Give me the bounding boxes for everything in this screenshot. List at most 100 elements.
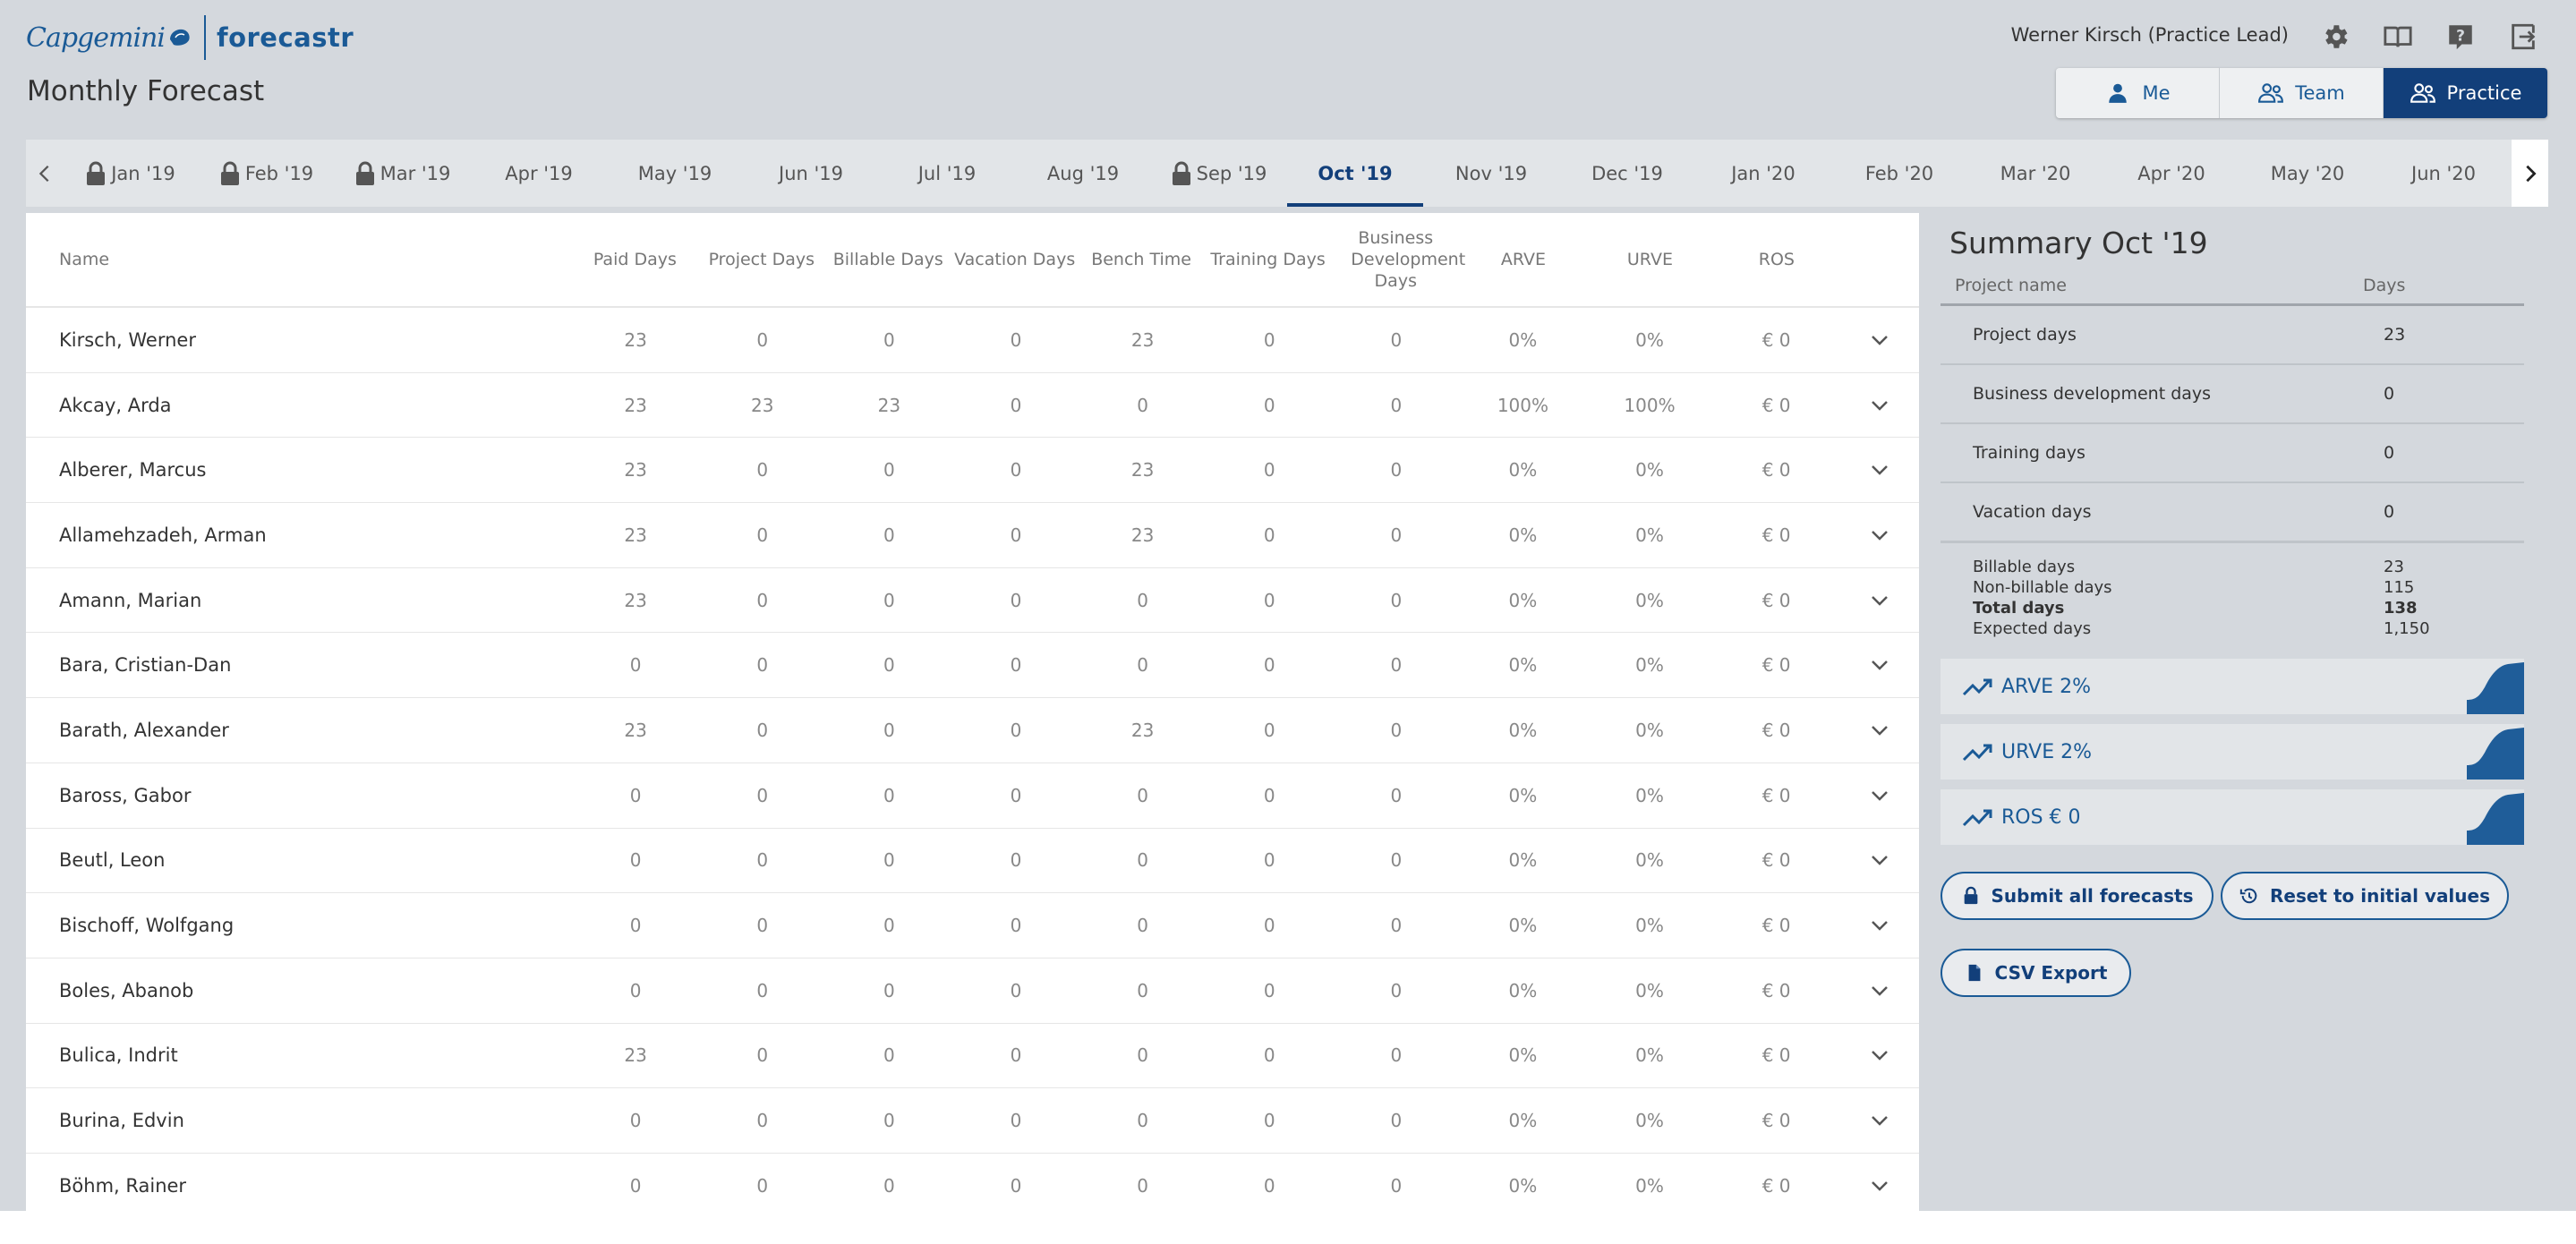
expand-row-button[interactable] [1839, 984, 1919, 997]
cell-billable-days: 0 [883, 784, 895, 806]
cell-ros: € 0 [1761, 394, 1791, 416]
month-tab[interactable]: Nov '19 [1423, 140, 1559, 207]
expand-row-button[interactable] [1839, 464, 1919, 476]
tab-team[interactable]: Team [2220, 68, 2384, 118]
next-month-button[interactable] [2512, 140, 2548, 207]
column-header-billable-days[interactable]: Billable Days [825, 249, 951, 270]
month-tab[interactable]: Mar '19 [335, 140, 471, 207]
table-row[interactable]: Barath, Alexander 23 0 0 0 23 0 0 0% 0% € 0 [26, 698, 1919, 763]
table-row[interactable]: Böhm, Rainer 0 0 0 0 0 0 0 0% 0% € 0 [26, 1154, 1919, 1211]
month-tab[interactable]: Jan '20 [1695, 140, 1831, 207]
table-row[interactable]: Kirsch, Werner 23 0 0 0 23 0 0 0% 0% € 0 [26, 308, 1919, 373]
expand-row-button[interactable] [1839, 789, 1919, 802]
month-tab[interactable]: Sep '19 [1151, 140, 1287, 207]
kpi-card[interactable]: ARVE 2% [1941, 659, 2524, 714]
cell-bench-time: 0 [1137, 1044, 1148, 1067]
column-header-bench-time[interactable]: Bench Time [1078, 249, 1204, 270]
expand-row-button[interactable] [1839, 919, 1919, 932]
app-logo[interactable]: Capgemini forecastr [26, 15, 354, 60]
cell-project-days: 0 [756, 1174, 769, 1197]
month-label: Jun '20 [2411, 162, 2476, 184]
column-header-name[interactable]: Name [26, 250, 572, 269]
cell-arve: 0% [1508, 915, 1538, 937]
cell-billable-days: 0 [883, 589, 895, 611]
column-header-urve[interactable]: URVE [1587, 249, 1713, 270]
month-tab[interactable]: May '20 [2239, 140, 2376, 207]
kpi-card[interactable]: ROS € 0 [1941, 789, 2524, 845]
column-header-ros[interactable]: ROS [1713, 249, 1839, 270]
expand-row-button[interactable] [1839, 854, 1919, 866]
table-row[interactable]: Beutl, Leon 0 0 0 0 0 0 0 0% 0% € 0 [26, 829, 1919, 894]
prev-month-button[interactable] [26, 140, 63, 207]
expand-row-button[interactable] [1839, 399, 1919, 412]
summary-header: Project name Days [1941, 267, 2524, 306]
month-tab[interactable]: Jan '19 [63, 140, 199, 207]
table-row[interactable]: Bulica, Indrit 23 0 0 0 0 0 0 0% 0% € 0 [26, 1024, 1919, 1089]
month-label: May '19 [637, 162, 712, 184]
cell-business-development-days: 0 [1390, 915, 1403, 937]
cell-vacation-days: 0 [1010, 1044, 1022, 1067]
logo-divider [203, 15, 206, 60]
table-row[interactable]: Bischoff, Wolfgang 0 0 0 0 0 0 0 0% 0% € 0 [26, 893, 1919, 959]
month-label: Jul '19 [917, 162, 977, 184]
logout-icon[interactable] [2506, 20, 2540, 54]
table-row[interactable]: Alberer, Marcus 23 0 0 0 23 0 0 0% 0% € 0 [26, 438, 1919, 504]
chevron-down-icon [1871, 1180, 1888, 1191]
expand-row-button[interactable] [1839, 1049, 1919, 1061]
submit-all-forecasts-button[interactable]: Submit all forecasts [1941, 872, 2213, 920]
reset-initial-values-button[interactable]: Reset to initial values [2221, 872, 2509, 920]
table-row[interactable]: Amann, Marian 23 0 0 0 0 0 0 0% 0% € 0 [26, 568, 1919, 634]
month-tab[interactable]: Oct '19 [1287, 140, 1423, 207]
month-label: Sep '19 [1196, 162, 1267, 184]
column-header-paid-days[interactable]: Paid Days [572, 249, 698, 270]
cell-project-days: 0 [756, 1044, 769, 1067]
cell-billable-days: 0 [883, 1044, 895, 1067]
help-icon[interactable]: ? [2444, 20, 2478, 54]
table-row[interactable]: Boles, Abanob 0 0 0 0 0 0 0 0% 0% € 0 [26, 959, 1919, 1024]
month-tab[interactable]: Feb '20 [1831, 140, 1967, 207]
tab-practice-label: Practice [2446, 82, 2522, 104]
month-tab[interactable]: Jun '20 [2376, 140, 2512, 207]
cell-name: Allamehzadeh, Arman [59, 524, 267, 546]
csv-export-button[interactable]: CSV Export [1941, 949, 2131, 997]
cell-vacation-days: 0 [1010, 394, 1022, 416]
expand-row-button[interactable] [1839, 1114, 1919, 1127]
expand-row-button[interactable] [1839, 1180, 1919, 1192]
cell-vacation-days: 0 [1010, 1110, 1022, 1132]
expand-row-button[interactable] [1839, 334, 1919, 346]
expand-row-button[interactable] [1839, 659, 1919, 671]
month-tab[interactable]: Aug '19 [1015, 140, 1151, 207]
tab-me[interactable]: Me [2056, 68, 2220, 118]
cell-arve: 0% [1508, 524, 1538, 546]
month-tab[interactable]: Mar '20 [1967, 140, 2103, 207]
cell-urve: 0% [1635, 784, 1664, 806]
expand-row-button[interactable] [1839, 724, 1919, 737]
kpi-card[interactable]: URVE 2% [1941, 724, 2524, 780]
tab-practice[interactable]: Practice [2384, 68, 2547, 118]
book-icon[interactable] [2381, 20, 2415, 54]
table-row[interactable]: Burina, Edvin 0 0 0 0 0 0 0 0% 0% € 0 [26, 1088, 1919, 1154]
column-header-project-days[interactable]: Project Days [698, 249, 824, 270]
month-tab[interactable]: Feb '19 [199, 140, 335, 207]
cell-business-development-days: 0 [1390, 784, 1403, 806]
column-header-arve[interactable]: ARVE [1460, 249, 1586, 270]
month-tab[interactable]: Apr '20 [2103, 140, 2239, 207]
gear-icon[interactable] [2318, 20, 2352, 54]
table-row[interactable]: Allamehzadeh, Arman 23 0 0 0 23 0 0 0% 0% € 0 [26, 503, 1919, 568]
expand-row-button[interactable] [1839, 594, 1919, 607]
column-header-training-days[interactable]: Training Days [1205, 249, 1331, 270]
month-tab[interactable]: Jul '19 [879, 140, 1015, 207]
month-tab[interactable]: Dec '19 [1559, 140, 1695, 207]
month-tab[interactable]: May '19 [607, 140, 743, 207]
table-row[interactable]: Akcay, Arda 23 23 23 0 0 0 0 100% 100% € 0 [26, 373, 1919, 439]
table-row[interactable]: Bara, Cristian-Dan 0 0 0 0 0 0 0 0% 0% € 0 [26, 633, 1919, 699]
column-header-business-development-days[interactable]: Business Development Days [1331, 227, 1465, 292]
expand-row-button[interactable] [1839, 529, 1919, 541]
month-tab[interactable]: Apr '19 [471, 140, 607, 207]
table-row[interactable]: Baross, Gabor 0 0 0 0 0 0 0 0% 0% € 0 [26, 763, 1919, 829]
month-tab[interactable]: Jun '19 [743, 140, 879, 207]
column-header-vacation-days[interactable]: Vacation Days [951, 249, 1078, 270]
month-label: Nov '19 [1454, 162, 1528, 184]
cell-business-development-days: 0 [1390, 524, 1403, 546]
cell-urve: 100% [1624, 394, 1676, 416]
